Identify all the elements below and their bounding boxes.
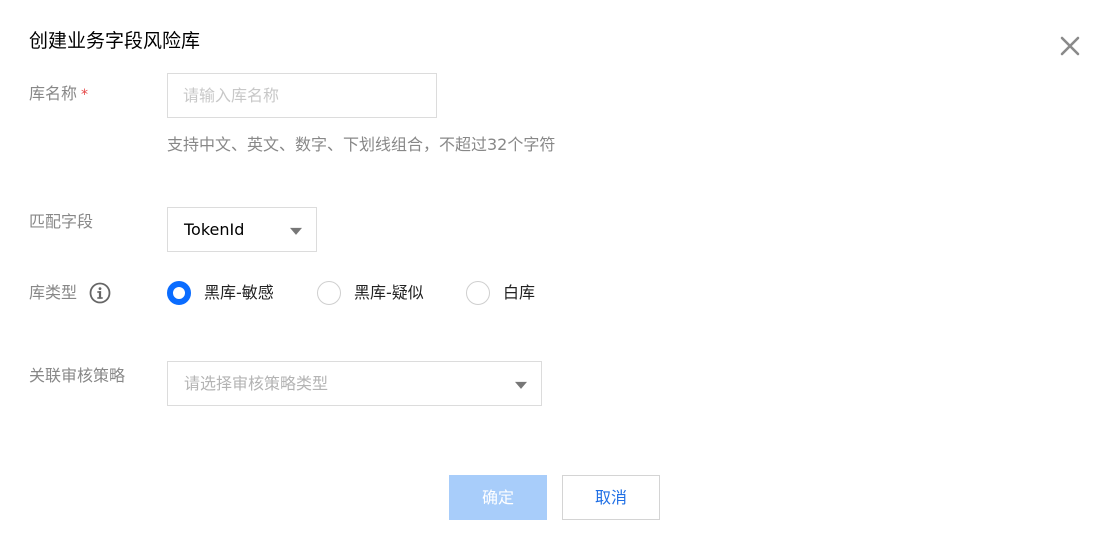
create-risk-library-dialog: 创建业务字段风险库 库名称* 支持中文、英文、数字、下划线组合，不超过32个字符…	[0, 0, 1108, 538]
radio-circle	[466, 281, 490, 305]
cancel-button[interactable]: 取消	[562, 475, 660, 520]
name-label: 库名称 *	[29, 83, 88, 106]
chevron-down-icon	[515, 381, 527, 389]
required-mark: *	[81, 87, 89, 103]
policy-label: 关联审核策略	[29, 366, 126, 385]
policy-placeholder: 请选择审核策略类型	[184, 373, 329, 393]
radio-circle	[317, 281, 341, 305]
match-field-select[interactable]: TokenId	[167, 207, 317, 252]
policy-select[interactable]: 请选择审核策略类型	[167, 361, 542, 406]
close-icon[interactable]	[1056, 32, 1084, 60]
radio-circle	[167, 281, 191, 305]
match-field-label: 匹配字段	[29, 212, 94, 231]
name-label-text: 库名称	[29, 84, 78, 103]
radio-label: 黑库-敏感	[204, 283, 274, 302]
radio-black-suspected[interactable]: 黑库-疑似	[317, 281, 424, 305]
dialog-title: 创建业务字段风险库	[29, 30, 201, 52]
radio-white[interactable]: 白库	[466, 281, 535, 305]
confirm-button[interactable]: 确定	[449, 475, 547, 520]
radio-label: 白库	[503, 283, 536, 302]
name-hint: 支持中文、英文、数字、下划线组合，不超过32个字符	[167, 135, 556, 154]
lib-type-label: 库类型	[29, 283, 78, 302]
chevron-down-icon	[290, 227, 302, 235]
radio-black-sensitive[interactable]: 黑库-敏感	[167, 281, 274, 305]
radio-label: 黑库-疑似	[354, 283, 424, 302]
match-field-value: TokenId	[184, 219, 245, 239]
library-name-input[interactable]	[167, 73, 437, 118]
info-circle-icon[interactable]	[89, 282, 111, 304]
